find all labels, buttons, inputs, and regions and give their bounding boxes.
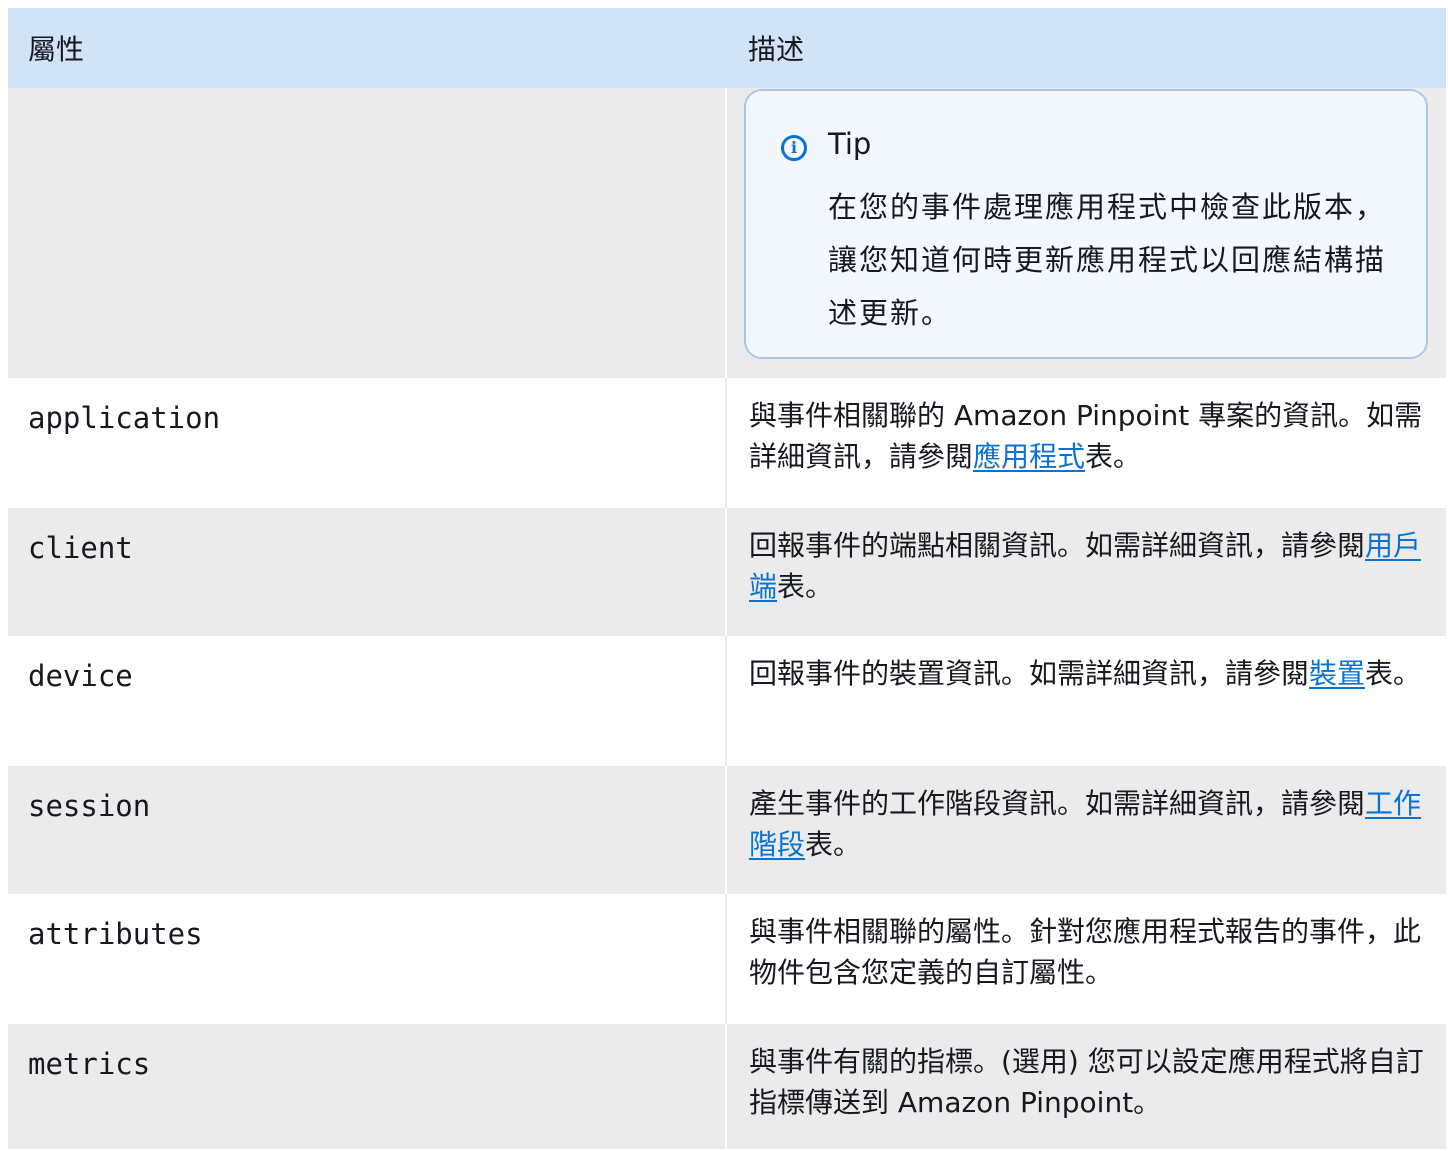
tip-callout: i Tip 在您的事件處理應用程式中檢查此版本，讓您知道何時更新應用程式以回應結… bbox=[744, 89, 1428, 359]
table-row: application 與事件相關聯的 Amazon Pinpoint 專案的資… bbox=[8, 378, 1446, 508]
table-cell-description: 與事件相關聯的屬性。針對您應用程式報告的事件，此物件包含您定義的自訂屬性。 bbox=[726, 894, 1446, 1024]
table-header-row: 屬性 描述 bbox=[8, 8, 1446, 88]
description-text: 產生事件的工作階段資訊。如需詳細資訊，請參閱 bbox=[749, 787, 1366, 820]
table-cell-attribute: attributes bbox=[8, 894, 727, 1024]
info-icon: i bbox=[781, 135, 807, 161]
attribute-description: 回報事件的端點相關資訊。如需詳細資訊，請參閱用戶端表。 bbox=[727, 508, 1446, 607]
attribute-description: 與事件相關聯的 Amazon Pinpoint 專案的資訊。如需詳細資訊，請參閱… bbox=[727, 378, 1446, 477]
description-text: 回報事件的裝置資訊。如需詳細資訊，請參閱 bbox=[749, 657, 1310, 690]
description-suffix: 表。 bbox=[1365, 657, 1422, 690]
table-row: device 回報事件的裝置資訊。如需詳細資訊，請參閱裝置表。 bbox=[8, 636, 1446, 766]
table-cell-attribute: application bbox=[8, 378, 727, 508]
table-cell-attribute: client bbox=[8, 508, 727, 636]
table-cell-description: 回報事件的裝置資訊。如需詳細資訊，請參閱裝置表。 bbox=[726, 636, 1446, 766]
column-header-attribute: 屬性 bbox=[8, 8, 726, 88]
device-table-link[interactable]: 裝置 bbox=[1309, 657, 1365, 690]
description-text: 回報事件的端點相關資訊。如需詳細資訊，請參閱 bbox=[749, 529, 1366, 562]
application-table-link[interactable]: 應用程式 bbox=[973, 440, 1085, 473]
attribute-description: 與事件相關聯的屬性。針對您應用程式報告的事件，此物件包含您定義的自訂屬性。 bbox=[749, 915, 1422, 989]
table-row: client 回報事件的端點相關資訊。如需詳細資訊，請參閱用戶端表。 bbox=[8, 508, 1446, 636]
attribute-name: session bbox=[28, 789, 151, 823]
table-cell-description: 回報事件的端點相關資訊。如需詳細資訊，請參閱用戶端表。 bbox=[726, 508, 1446, 636]
table-row: attributes 與事件相關聯的屬性。針對您應用程式報告的事件，此物件包含您… bbox=[8, 894, 1446, 1024]
description-suffix: 表。 bbox=[805, 828, 862, 861]
table-row: session 產生事件的工作階段資訊。如需詳細資訊，請參閱工作階段表。 bbox=[8, 766, 1446, 894]
table-cell-description: 產生事件的工作階段資訊。如需詳細資訊，請參閱工作階段表。 bbox=[726, 766, 1446, 894]
attribute-name: device bbox=[28, 659, 133, 693]
table-cell-tip: i Tip 在您的事件處理應用程式中檢查此版本，讓您知道何時更新應用程式以回應結… bbox=[726, 88, 1446, 378]
table-cell-attribute: device bbox=[8, 636, 727, 766]
attribute-name: metrics bbox=[28, 1047, 151, 1081]
table-row-tip: i Tip 在您的事件處理應用程式中檢查此版本，讓您知道何時更新應用程式以回應結… bbox=[8, 88, 1446, 378]
table-cell-description: 與事件有關的指標。(選用) 您可以設定應用程式將自訂指標傳送到 Amazon P… bbox=[726, 1024, 1446, 1149]
table-cell-attribute: metrics bbox=[8, 1024, 727, 1149]
tip-title: Tip bbox=[828, 127, 872, 161]
attribute-name: application bbox=[28, 401, 221, 435]
table-cell-attribute: session bbox=[8, 766, 727, 894]
column-header-description: 描述 bbox=[726, 8, 1446, 88]
attribute-name: client bbox=[28, 531, 133, 565]
attribute-name: attributes bbox=[28, 917, 203, 951]
table-cell-empty bbox=[8, 88, 727, 378]
table-cell-description: 與事件相關聯的 Amazon Pinpoint 專案的資訊。如需詳細資訊，請參閱… bbox=[726, 378, 1446, 508]
attributes-table: 屬性 描述 i Tip 在您的事件處理應用程式中檢查此版本，讓您知道何時更新應用… bbox=[8, 8, 1446, 1149]
attribute-description: 回報事件的裝置資訊。如需詳細資訊，請參閱裝置表。 bbox=[727, 636, 1446, 694]
description-suffix: 表。 bbox=[777, 570, 834, 603]
table-row: metrics 與事件有關的指標。(選用) 您可以設定應用程式將自訂指標傳送到 … bbox=[8, 1024, 1446, 1149]
tip-text: 在您的事件處理應用程式中檢查此版本，讓您知道何時更新應用程式以回應結構描述更新。 bbox=[828, 190, 1387, 330]
attribute-description: 與事件有關的指標。(選用) 您可以設定應用程式將自訂指標傳送到 Amazon P… bbox=[749, 1045, 1424, 1119]
description-suffix: 表。 bbox=[1085, 440, 1142, 473]
attribute-description: 產生事件的工作階段資訊。如需詳細資訊，請參閱工作階段表。 bbox=[727, 766, 1446, 865]
